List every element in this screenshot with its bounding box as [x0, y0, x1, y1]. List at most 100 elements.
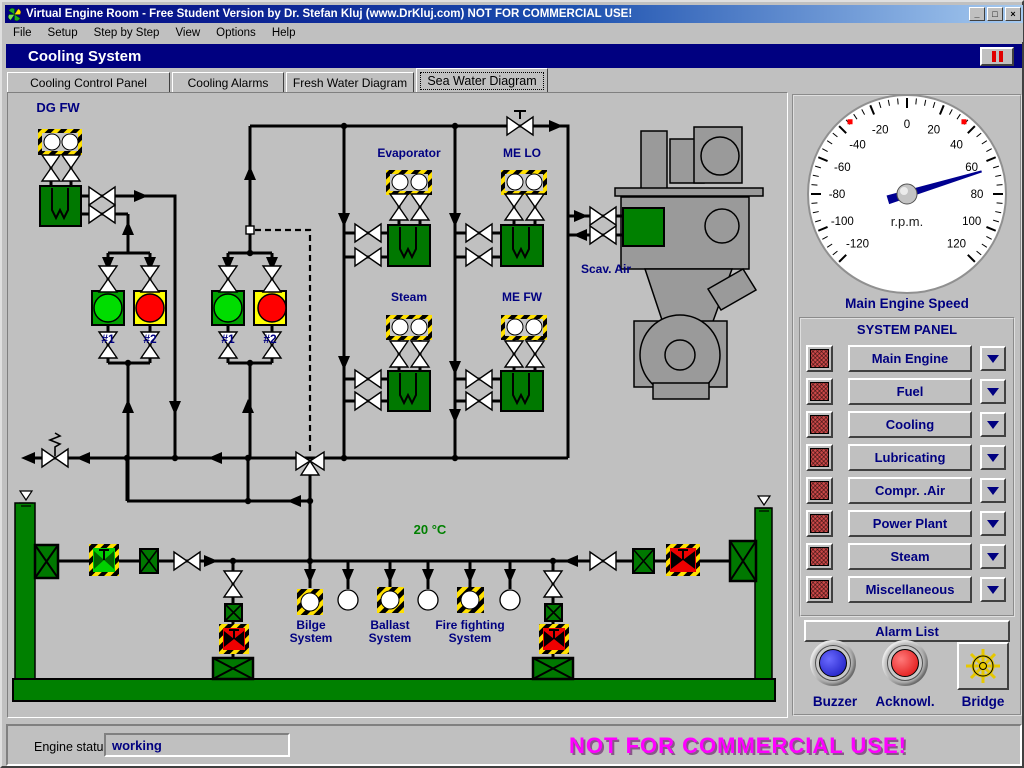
dg-fw-cooler — [40, 186, 81, 226]
evaporator-cooler — [388, 225, 430, 266]
strainer-small-left — [140, 549, 158, 573]
drop-valve-left — [224, 571, 242, 597]
svg-text:-60: -60 — [834, 162, 851, 174]
label-pump-3: #1 — [212, 333, 244, 346]
steam-vent-valve-1 — [390, 341, 408, 367]
button-lubricating[interactable]: Lubricating — [848, 444, 972, 471]
acknowledge-button[interactable] — [882, 640, 928, 686]
buzzer-button[interactable] — [810, 640, 856, 686]
mefw-valve-1 — [466, 370, 492, 388]
title-bar: Virtual Engine Room - Free Student Versi… — [5, 5, 1023, 23]
button-cooling[interactable]: Cooling — [848, 411, 972, 438]
dropdown-miscellaneous[interactable] — [980, 577, 1006, 602]
pump1-suction-valve — [99, 266, 117, 292]
chevron-down-icon — [987, 553, 999, 561]
steam-vent-valve-2 — [411, 341, 429, 367]
window-title: Virtual Engine Room - Free Student Versi… — [26, 8, 967, 20]
melo-valve-2 — [466, 248, 492, 266]
sea-suction-valve-open — [89, 544, 119, 576]
dropdown-cooling[interactable] — [980, 412, 1006, 437]
buzzer-label: Buzzer — [800, 694, 870, 709]
menu-setup[interactable]: Setup — [40, 25, 86, 41]
header-valve — [507, 111, 533, 135]
label-ballast-system: Ballast System — [356, 619, 424, 645]
gauge-caption: Main Engine Speed — [794, 296, 1020, 311]
button-main-engine[interactable]: Main Engine — [848, 345, 972, 372]
label-sea-temperature: 20 °C — [400, 523, 460, 536]
bridge-button[interactable] — [957, 642, 1009, 690]
chevron-down-icon — [987, 388, 999, 396]
menu-bar: File Setup Step by Step View Options Hel… — [5, 23, 1023, 42]
steam-lamps — [386, 315, 432, 340]
bridge-label: Bridge — [948, 694, 1018, 709]
steam-valve-2 — [355, 392, 381, 410]
tab-cooling-control-panel[interactable]: Cooling Control Panel — [7, 72, 170, 92]
indicator-compr-air — [806, 477, 833, 504]
dgfw-inlet-valve — [89, 205, 115, 223]
pumps[interactable] — [92, 291, 286, 325]
svg-text:80: 80 — [971, 189, 984, 201]
menu-help[interactable]: Help — [264, 25, 304, 41]
label-pump-2: #2 — [134, 333, 166, 346]
tab-cooling-alarms[interactable]: Cooling Alarms — [172, 72, 284, 92]
dropdown-power-plant[interactable] — [980, 511, 1006, 536]
indicator-cooling — [806, 411, 833, 438]
mefw-valve-2 — [466, 392, 492, 410]
button-power-plant[interactable]: Power Plant — [848, 510, 972, 537]
pump4-suction-valve — [263, 266, 281, 292]
chevron-down-icon — [987, 586, 999, 594]
strainer-drop-right — [545, 604, 562, 621]
mefw-vent-valve-1 — [505, 341, 523, 367]
pump2-suction-valve — [141, 266, 159, 292]
maximize-button[interactable]: □ — [987, 7, 1003, 21]
pump3-suction-valve — [219, 266, 237, 292]
low-suction-right — [533, 658, 573, 679]
chevron-down-icon — [987, 421, 999, 429]
menu-view[interactable]: View — [167, 25, 208, 41]
button-miscellaneous[interactable]: Miscellaneous — [848, 576, 972, 603]
tab-sea-water-diagram[interactable]: Sea Water Diagram — [416, 68, 548, 92]
svg-text:100: 100 — [962, 216, 981, 228]
button-fuel[interactable]: Fuel — [848, 378, 972, 405]
ship-wheel-icon — [963, 646, 1003, 686]
button-steam[interactable]: Steam — [848, 543, 972, 570]
label-scav-air: Scav. Air — [568, 263, 644, 276]
evap-vent-valve-2 — [411, 194, 429, 220]
indicator-main-engine — [806, 345, 833, 372]
svg-text:-100: -100 — [831, 216, 854, 228]
low-suction-left — [213, 658, 253, 679]
acknowledge-lamp — [891, 649, 919, 677]
pause-icon — [999, 51, 1003, 62]
tap-lamp — [500, 590, 520, 610]
button-compr-air[interactable]: Compr. .Air — [848, 477, 972, 504]
sw-pump-3 — [212, 291, 244, 325]
right-sea-chest-valve-closed — [666, 544, 700, 576]
mefw-vent-valve-2 — [526, 341, 544, 367]
label-bilge-system: Bilge System — [280, 619, 342, 645]
pause-button[interactable] — [980, 47, 1014, 66]
dropdown-main-engine[interactable] — [980, 346, 1006, 371]
close-button[interactable]: × — [1005, 7, 1021, 21]
strainer-drop-left — [225, 604, 242, 621]
pipe-junctions — [124, 123, 556, 564]
tab-fresh-water-diagram[interactable]: Fresh Water Diagram — [286, 72, 414, 92]
steam-valve-1 — [355, 370, 381, 388]
dropdown-steam[interactable] — [980, 544, 1006, 569]
evaporator-valve-2 — [355, 248, 381, 266]
chevron-down-icon — [987, 487, 999, 495]
menu-options[interactable]: Options — [208, 25, 264, 41]
minimize-button[interactable]: _ — [969, 7, 985, 21]
alarm-list-button[interactable]: Alarm List — [804, 620, 1010, 642]
melo-vent-valve-1 — [505, 194, 523, 220]
label-fire-system: Fire fighting System — [422, 619, 518, 645]
system-panel-title: SYSTEM PANEL — [801, 322, 1013, 337]
menu-step-by-step[interactable]: Step by Step — [86, 25, 168, 41]
system-lamps — [297, 587, 520, 615]
dropdown-compr-air[interactable] — [980, 478, 1006, 503]
bilge-lamp — [297, 589, 323, 615]
melo-vent-valve-2 — [526, 194, 544, 220]
dropdown-lubricating[interactable] — [980, 445, 1006, 470]
menu-file[interactable]: File — [5, 25, 40, 41]
label-evaporator: Evaporator — [364, 147, 454, 160]
dropdown-fuel[interactable] — [980, 379, 1006, 404]
